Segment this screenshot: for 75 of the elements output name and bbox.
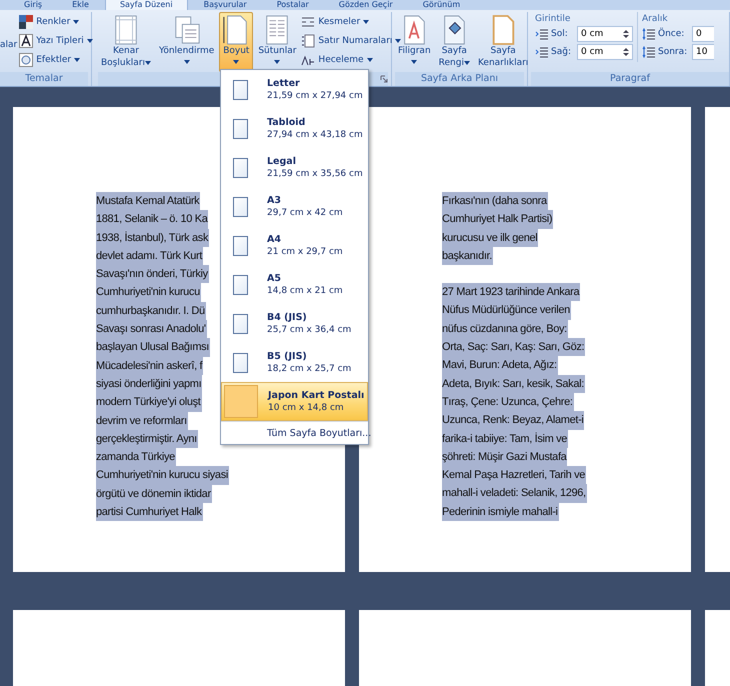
paper-icon	[232, 274, 248, 294]
section-title: Aralık	[642, 14, 669, 24]
ribbon-large-button[interactable]: Sayfa Rengi	[436, 12, 473, 72]
indent-icon	[535, 45, 549, 59]
paper-icon	[232, 196, 248, 216]
menu-item[interactable]: Letter 21,59 cm x 27,94 cm	[221, 70, 368, 109]
dropdown-arrow-icon[interactable]	[233, 60, 240, 64]
dropdown-arrow-icon[interactable]	[74, 58, 80, 62]
circle-icon	[19, 53, 34, 67]
ribbon-large-button[interactable]: Sütunlar	[255, 12, 300, 72]
menu-item[interactable]: Tüm Sayfa Boyutları...	[267, 428, 372, 438]
dropdown-arrow-icon[interactable]	[366, 58, 373, 62]
group-label: Paragraf	[531, 72, 729, 86]
ribbon-tab[interactable]: Başvurular	[190, 0, 261, 10]
indent-icon	[535, 27, 549, 41]
ribbon-large-button[interactable]: Yönlendirme	[156, 12, 218, 72]
menu-item[interactable]: Legal 21,59 cm x 35,56 cm	[221, 148, 368, 187]
dropdown-arrow-icon[interactable]	[184, 60, 190, 64]
spin-field[interactable]: 0 cm	[577, 44, 633, 60]
paper-icon	[232, 236, 248, 256]
ribbon-tab[interactable]: Sayfa Düzeni	[104, 0, 188, 10]
dropdown-arrow-icon[interactable]	[86, 39, 93, 43]
spinner-arrows-icon[interactable]	[623, 29, 629, 39]
menu-item[interactable]: B4 (JIS) 25,7 cm x 36,4 cm	[221, 304, 368, 343]
paper-icon	[232, 118, 248, 138]
menu-item[interactable]: Japon Kart Postalı 10 cm x 14,8 cm	[221, 382, 368, 421]
themes-button[interactable]: alar	[0, 40, 18, 50]
ribbon-tab[interactable]: Gözden Geçir	[324, 0, 407, 10]
ribbon-large-button[interactable]: Sayfa Kenarlıkları	[474, 12, 532, 72]
ribbon-small-button[interactable]: Renkler	[19, 14, 93, 30]
dropdown-arrow-icon[interactable]	[145, 60, 152, 65]
dropdown-arrow-icon[interactable]	[73, 20, 80, 24]
group-label: Temalar	[0, 72, 88, 86]
dropdown-arrow-icon[interactable]	[363, 20, 370, 24]
line-numbers-icon	[301, 34, 316, 48]
page-break-icon	[301, 15, 316, 29]
paper-icon	[232, 314, 248, 334]
menu-item[interactable]: B5 (JIS) 18,2 cm x 25,7 cm	[221, 343, 368, 382]
dropdown-arrow-icon[interactable]	[411, 60, 418, 64]
ribbon-tab[interactable]: Görünüm	[408, 0, 474, 10]
menu-item[interactable]: Tabloid 27,94 cm x 43,18 cm	[221, 109, 368, 148]
field-label: Sol:	[551, 29, 569, 39]
ribbon-tab[interactable]: Postalar	[262, 0, 323, 10]
spin-field[interactable]: 10	[692, 44, 714, 60]
ribbon-tab[interactable]: Ekle	[58, 0, 103, 10]
line-spacing-icon	[642, 27, 656, 41]
hyphenation-icon	[301, 53, 316, 67]
letter-a-icon	[19, 34, 34, 48]
ribbon-tab[interactable]: Giriş	[10, 0, 56, 10]
paper-icon	[224, 385, 258, 418]
dropdown-arrow-icon[interactable]	[464, 60, 470, 65]
paper-icon	[232, 352, 248, 372]
ribbon-small-button[interactable]: Efektler	[19, 52, 93, 68]
paper-icon	[232, 158, 248, 178]
field-label: Önce:	[658, 29, 686, 39]
field-label: Sonra:	[658, 47, 688, 57]
spinner-arrows-icon[interactable]	[623, 47, 629, 57]
menu-item[interactable]: A3 29,7 cm x 42 cm	[221, 187, 368, 226]
menu-item[interactable]: A4 21 cm x 29,7 cm	[221, 226, 368, 265]
pages-icon	[172, 15, 201, 45]
menu-item[interactable]: A5 14,8 cm x 21 cm	[221, 265, 368, 304]
paper-icon	[232, 80, 248, 100]
ribbon-large-button[interactable]: Boyut	[219, 12, 254, 72]
dropdown-arrow-icon[interactable]	[395, 39, 402, 43]
group-label: Sayfa Arka Planı	[395, 72, 524, 86]
line-spacing-icon	[642, 45, 656, 59]
dropdown-arrow-icon[interactable]	[274, 60, 280, 64]
ribbon-small-button[interactable]: Yazı Tipleri	[19, 33, 93, 49]
field-label: Sağ:	[551, 47, 572, 57]
spin-field[interactable]: 0	[692, 26, 714, 42]
spin-field[interactable]: 0 cm	[577, 26, 633, 42]
dialog-launcher-icon[interactable]	[380, 75, 388, 83]
color-squares-icon	[19, 15, 34, 29]
ribbon-large-button[interactable]: Kenar Boşlukları	[98, 12, 154, 72]
section-title: Girintile	[535, 14, 572, 24]
